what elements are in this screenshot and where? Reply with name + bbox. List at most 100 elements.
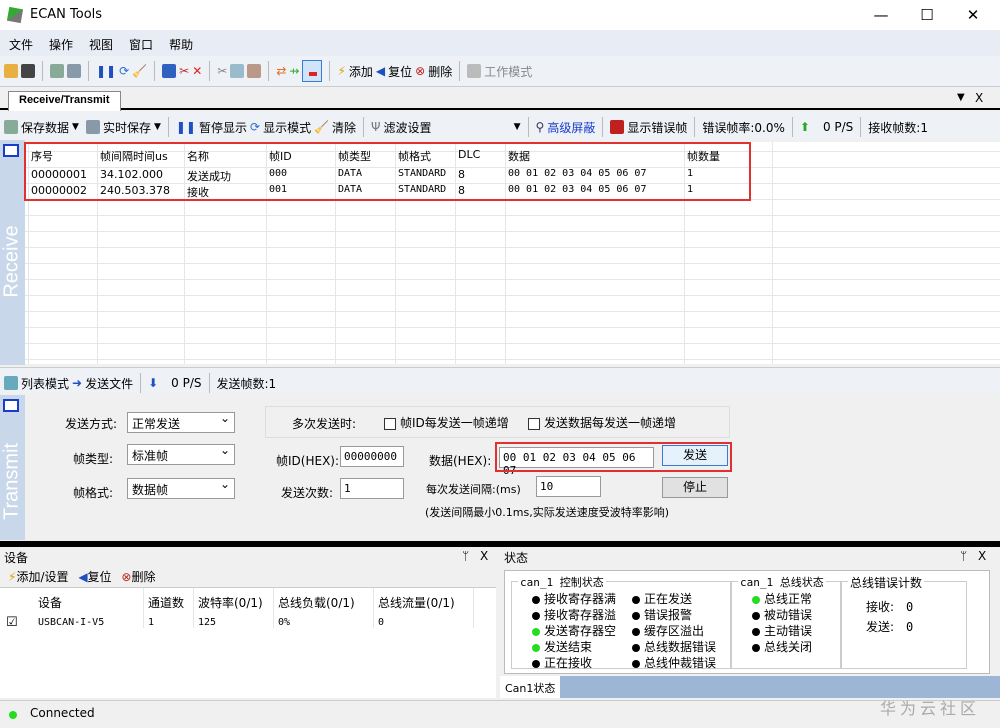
data-increment-checkbox[interactable]: 发送数据每发送一帧递增 bbox=[528, 414, 676, 431]
filter-dropdown[interactable]: ▼ bbox=[435, 122, 521, 132]
realtime-save-button[interactable]: 实时保存 bbox=[103, 119, 151, 136]
swap-icon[interactable]: ⇄ bbox=[276, 64, 286, 78]
mask-icon: ⚲ bbox=[535, 120, 545, 134]
column-header[interactable]: 总线负载(0/1) bbox=[278, 594, 355, 611]
device-reset-button[interactable]: 复位 bbox=[88, 570, 112, 584]
device-panel-close[interactable]: X bbox=[480, 549, 488, 563]
device-checkbox[interactable]: ☑ bbox=[6, 615, 18, 630]
tab-receive-transmit[interactable]: Receive/Transmit bbox=[8, 91, 121, 111]
pause-icon[interactable]: ❚❚ bbox=[96, 64, 116, 78]
led-icon bbox=[532, 611, 540, 620]
delete-button[interactable]: 删除 bbox=[428, 63, 452, 80]
menu-window[interactable]: 窗口 bbox=[120, 30, 160, 53]
tab-can1-status[interactable]: Can1状态 bbox=[500, 676, 561, 698]
indicator-label: 错误报警 bbox=[644, 608, 693, 622]
id-increment-checkbox[interactable]: 帧ID每发送一帧递增 bbox=[384, 414, 509, 431]
splitter[interactable] bbox=[0, 541, 1000, 547]
send-error-label: 发送: bbox=[866, 620, 895, 634]
status-indicator: 总线正常 bbox=[752, 590, 812, 607]
edit-icon[interactable] bbox=[162, 64, 177, 78]
minimize-button[interactable]: — bbox=[858, 0, 904, 30]
pin-icon[interactable]: ᛘ bbox=[960, 549, 967, 563]
device-add-icon[interactable] bbox=[50, 64, 64, 78]
add-button[interactable]: 添加 bbox=[349, 63, 373, 80]
delete-icon: ⊗ bbox=[121, 570, 132, 584]
stop-button[interactable]: 停止 bbox=[662, 477, 728, 498]
menu-help[interactable]: 帮助 bbox=[160, 30, 200, 53]
column-header[interactable]: 设备 bbox=[38, 594, 62, 611]
open-icon[interactable] bbox=[4, 64, 18, 78]
delete-icon: ⊗ bbox=[415, 64, 426, 78]
clear-button[interactable]: 清除 bbox=[332, 119, 356, 136]
stop-record-icon[interactable] bbox=[302, 60, 323, 82]
paste-icon[interactable] bbox=[247, 64, 262, 78]
frame-id-input[interactable]: 00000000 bbox=[340, 446, 404, 467]
menu-file[interactable]: 文件 bbox=[0, 30, 40, 53]
frame-format-select[interactable]: 数据帧 bbox=[127, 477, 235, 499]
device-add-button[interactable]: 添加/设置 bbox=[16, 570, 68, 584]
advanced-mask-button[interactable]: 高级屏蔽 bbox=[547, 119, 595, 136]
work-mode-button[interactable]: 工作模式 bbox=[484, 63, 532, 80]
collapse-icon[interactable] bbox=[3, 399, 19, 412]
grid-column-line bbox=[473, 588, 474, 628]
copy-icon[interactable] bbox=[230, 64, 245, 78]
broom-icon[interactable]: 🧹 bbox=[132, 64, 147, 78]
usb-icon[interactable]: ⇸ bbox=[289, 64, 299, 78]
send-file-button[interactable]: 发送文件 bbox=[85, 375, 133, 392]
collapse-icon[interactable] bbox=[3, 144, 19, 157]
column-header[interactable]: 总线流量(0/1) bbox=[378, 594, 455, 611]
table-cell: 0 bbox=[378, 617, 385, 628]
column-header[interactable]: 波特率(0/1) bbox=[198, 594, 263, 611]
tools-icon[interactable]: ✂ bbox=[179, 64, 189, 78]
led-icon bbox=[752, 595, 760, 604]
indicator-label: 正在发送 bbox=[644, 592, 693, 606]
pin-icon[interactable]: ᛘ bbox=[462, 549, 469, 563]
interval-input[interactable]: 10 bbox=[536, 476, 601, 497]
menu-view[interactable]: 视图 bbox=[80, 30, 120, 53]
table-cell: 1 bbox=[148, 617, 155, 628]
menu-operate[interactable]: 操作 bbox=[40, 30, 80, 53]
tab-close-button[interactable]: X bbox=[975, 91, 983, 105]
table-cell: USBCAN-I-V5 bbox=[38, 617, 105, 628]
reset-button[interactable]: 复位 bbox=[388, 63, 412, 80]
filter-button[interactable]: 滤波设置 bbox=[384, 119, 432, 136]
led-icon bbox=[532, 595, 540, 604]
frame-type-select[interactable]: 标准帧 bbox=[127, 443, 235, 465]
receive-count: 接收帧数:1 bbox=[868, 120, 928, 135]
status-panel-close[interactable]: X bbox=[978, 549, 986, 563]
device-icon[interactable] bbox=[67, 64, 81, 78]
led-icon bbox=[752, 643, 760, 652]
indicator-label: 总线数据错误 bbox=[644, 640, 717, 654]
can1-status-content: can_1 控制状态 接收寄存器满 接收寄存器溢 发送寄存器空 发送结束 正在接收 正在发送… bbox=[504, 570, 990, 674]
status-indicator: 缓存区溢出 bbox=[632, 622, 704, 639]
send-mode-select[interactable]: 正常发送 bbox=[127, 411, 235, 433]
transmit-panel: 发送方式: 正常发送 帧类型: 标准帧 帧格式: 数据帧 多次发送时: 帧ID每… bbox=[25, 395, 990, 540]
pause-display-button[interactable]: 暂停显示 bbox=[199, 119, 247, 136]
close-button[interactable]: ✕ bbox=[950, 0, 996, 30]
frame-type-label: 帧类型: bbox=[73, 452, 114, 466]
device-toolbar: ⚡添加/设置 ◀复位 ⊗删除 bbox=[0, 566, 496, 588]
maximize-button[interactable]: ☐ bbox=[904, 0, 950, 30]
show-error-button[interactable]: 显示错误帧 bbox=[627, 119, 687, 136]
display-mode-button[interactable]: 显示模式 bbox=[263, 119, 311, 136]
bus-status-title: can_1 总线状态 bbox=[738, 574, 826, 590]
list-mode-button[interactable]: 列表模式 bbox=[21, 375, 69, 392]
delete-x-icon[interactable]: ✕ bbox=[192, 64, 202, 78]
refresh-icon[interactable]: ⟳ bbox=[119, 64, 129, 78]
error-count-title: 总线错误计数 bbox=[848, 574, 925, 591]
grid-column-line bbox=[772, 142, 773, 364]
column-header[interactable]: 通道数 bbox=[148, 594, 184, 611]
save-icon[interactable] bbox=[21, 64, 35, 78]
work-mode-icon bbox=[467, 64, 482, 78]
cut-icon[interactable]: ✂ bbox=[217, 64, 227, 78]
connected-led-icon bbox=[9, 711, 17, 719]
error-frame-icon bbox=[610, 120, 625, 134]
tab-dropdown-icon[interactable]: ▼ bbox=[957, 92, 965, 103]
status-indicator: 总线仲裁错误 bbox=[632, 654, 716, 671]
device-delete-button[interactable]: 删除 bbox=[131, 570, 155, 584]
send-count-input[interactable]: 1 bbox=[340, 478, 404, 499]
device-panel-title: 设备 bbox=[4, 551, 29, 565]
led-icon bbox=[532, 643, 540, 652]
error-count-group: 总线错误计数 接收: 0 发送: 0 bbox=[841, 574, 967, 669]
save-data-button[interactable]: 保存数据 bbox=[21, 119, 69, 136]
